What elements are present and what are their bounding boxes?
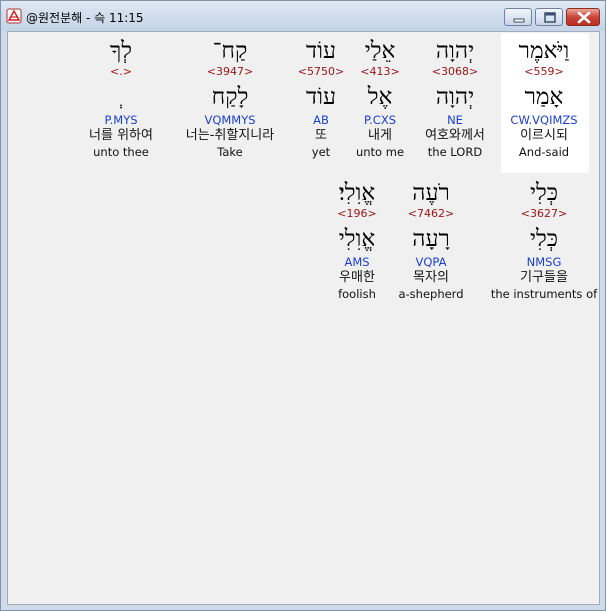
korean-gloss: 우매한 (339, 270, 375, 285)
korean-gloss: 이르시되 (520, 128, 568, 143)
maximize-button[interactable] (535, 8, 563, 26)
english-gloss: yet (311, 145, 331, 159)
minimize-button[interactable] (504, 8, 532, 26)
lemma: עוֹד (306, 84, 336, 110)
korean-gloss: 너를 위하여 (89, 128, 153, 143)
maximize-icon (544, 12, 556, 23)
close-button[interactable] (566, 8, 600, 26)
lemma: אָמַר (524, 84, 564, 110)
morphology-code: VQMMYS (204, 113, 256, 127)
korean-gloss: 또 (315, 128, 327, 143)
morphology-code: CW.VQIMZS (510, 113, 578, 127)
strong-number[interactable]: <3627> (479, 207, 606, 221)
hebrew-word: אֱוִלִי׃ (338, 180, 376, 206)
lemma: אֱוִלִי (338, 226, 376, 252)
morphology-code: AMS (344, 255, 370, 269)
korean-gloss: 너는-취할지니라 (185, 128, 275, 143)
word-column[interactable]: קַח־ <3947> לָקַח VQMMYS 너는-취할지니라 Take (180, 38, 280, 159)
english-gloss: unto thee (93, 145, 149, 159)
app-window: @원전분해 - 슥 11:15 וַיֹּאמֶר <559> אָמַר CW… (0, 0, 606, 611)
strong-number[interactable]: <559> (494, 65, 594, 79)
strong-number[interactable]: <.> (71, 65, 171, 79)
hebrew-word: כְּלִי (529, 180, 559, 206)
word-column[interactable]: וַיֹּאמֶר <559> אָמַר CW.VQIMZS 이르시되 And… (494, 38, 594, 159)
english-gloss: And-said (518, 145, 570, 159)
bible-app-icon[interactable] (6, 8, 22, 24)
english-gloss: the instruments of (490, 287, 598, 301)
hebrew-word: עוֹד (306, 38, 336, 64)
english-gloss: Take (217, 145, 243, 159)
title-bar[interactable]: @원전분해 - 슥 11:15 (1, 1, 605, 31)
morphology-code: AB (313, 113, 329, 127)
window-title: @원전분해 - 슥 11:15 (26, 11, 144, 25)
hebrew-word: וַיֹּאמֶר (518, 38, 570, 64)
morphology-code: P.MYS (104, 113, 138, 127)
strong-number[interactable]: <5750> (271, 65, 371, 79)
lemma: ְ (71, 84, 171, 111)
morphology-code: NMSG (526, 255, 562, 269)
english-gloss: foolish (338, 287, 376, 301)
minimize-icon (513, 18, 525, 23)
word-column[interactable]: עוֹד <5750> עוֹד AB 또 yet (271, 38, 371, 159)
hebrew-word: קַח־ (212, 38, 248, 64)
word-column[interactable]: אֱוִלִי׃ <196> אֱוִלִי AMS 우매한 foolish (307, 180, 407, 301)
lemma: כְּלִי (529, 226, 559, 252)
word-column[interactable]: לְךָ <.> ְ P.MYS 너를 위하여 unto thee (71, 38, 171, 159)
korean-gloss: 기구들을 (520, 270, 568, 285)
hebrew-word: לְךָ (109, 38, 133, 64)
close-icon (577, 11, 591, 24)
word-column[interactable]: כְּלִי <3627> כְּלִי NMSG 기구들을 the instr… (479, 180, 606, 301)
strong-number[interactable]: <196> (307, 207, 407, 221)
strong-number[interactable]: <3947> (180, 65, 280, 79)
lemma: לָקַח (211, 84, 249, 110)
